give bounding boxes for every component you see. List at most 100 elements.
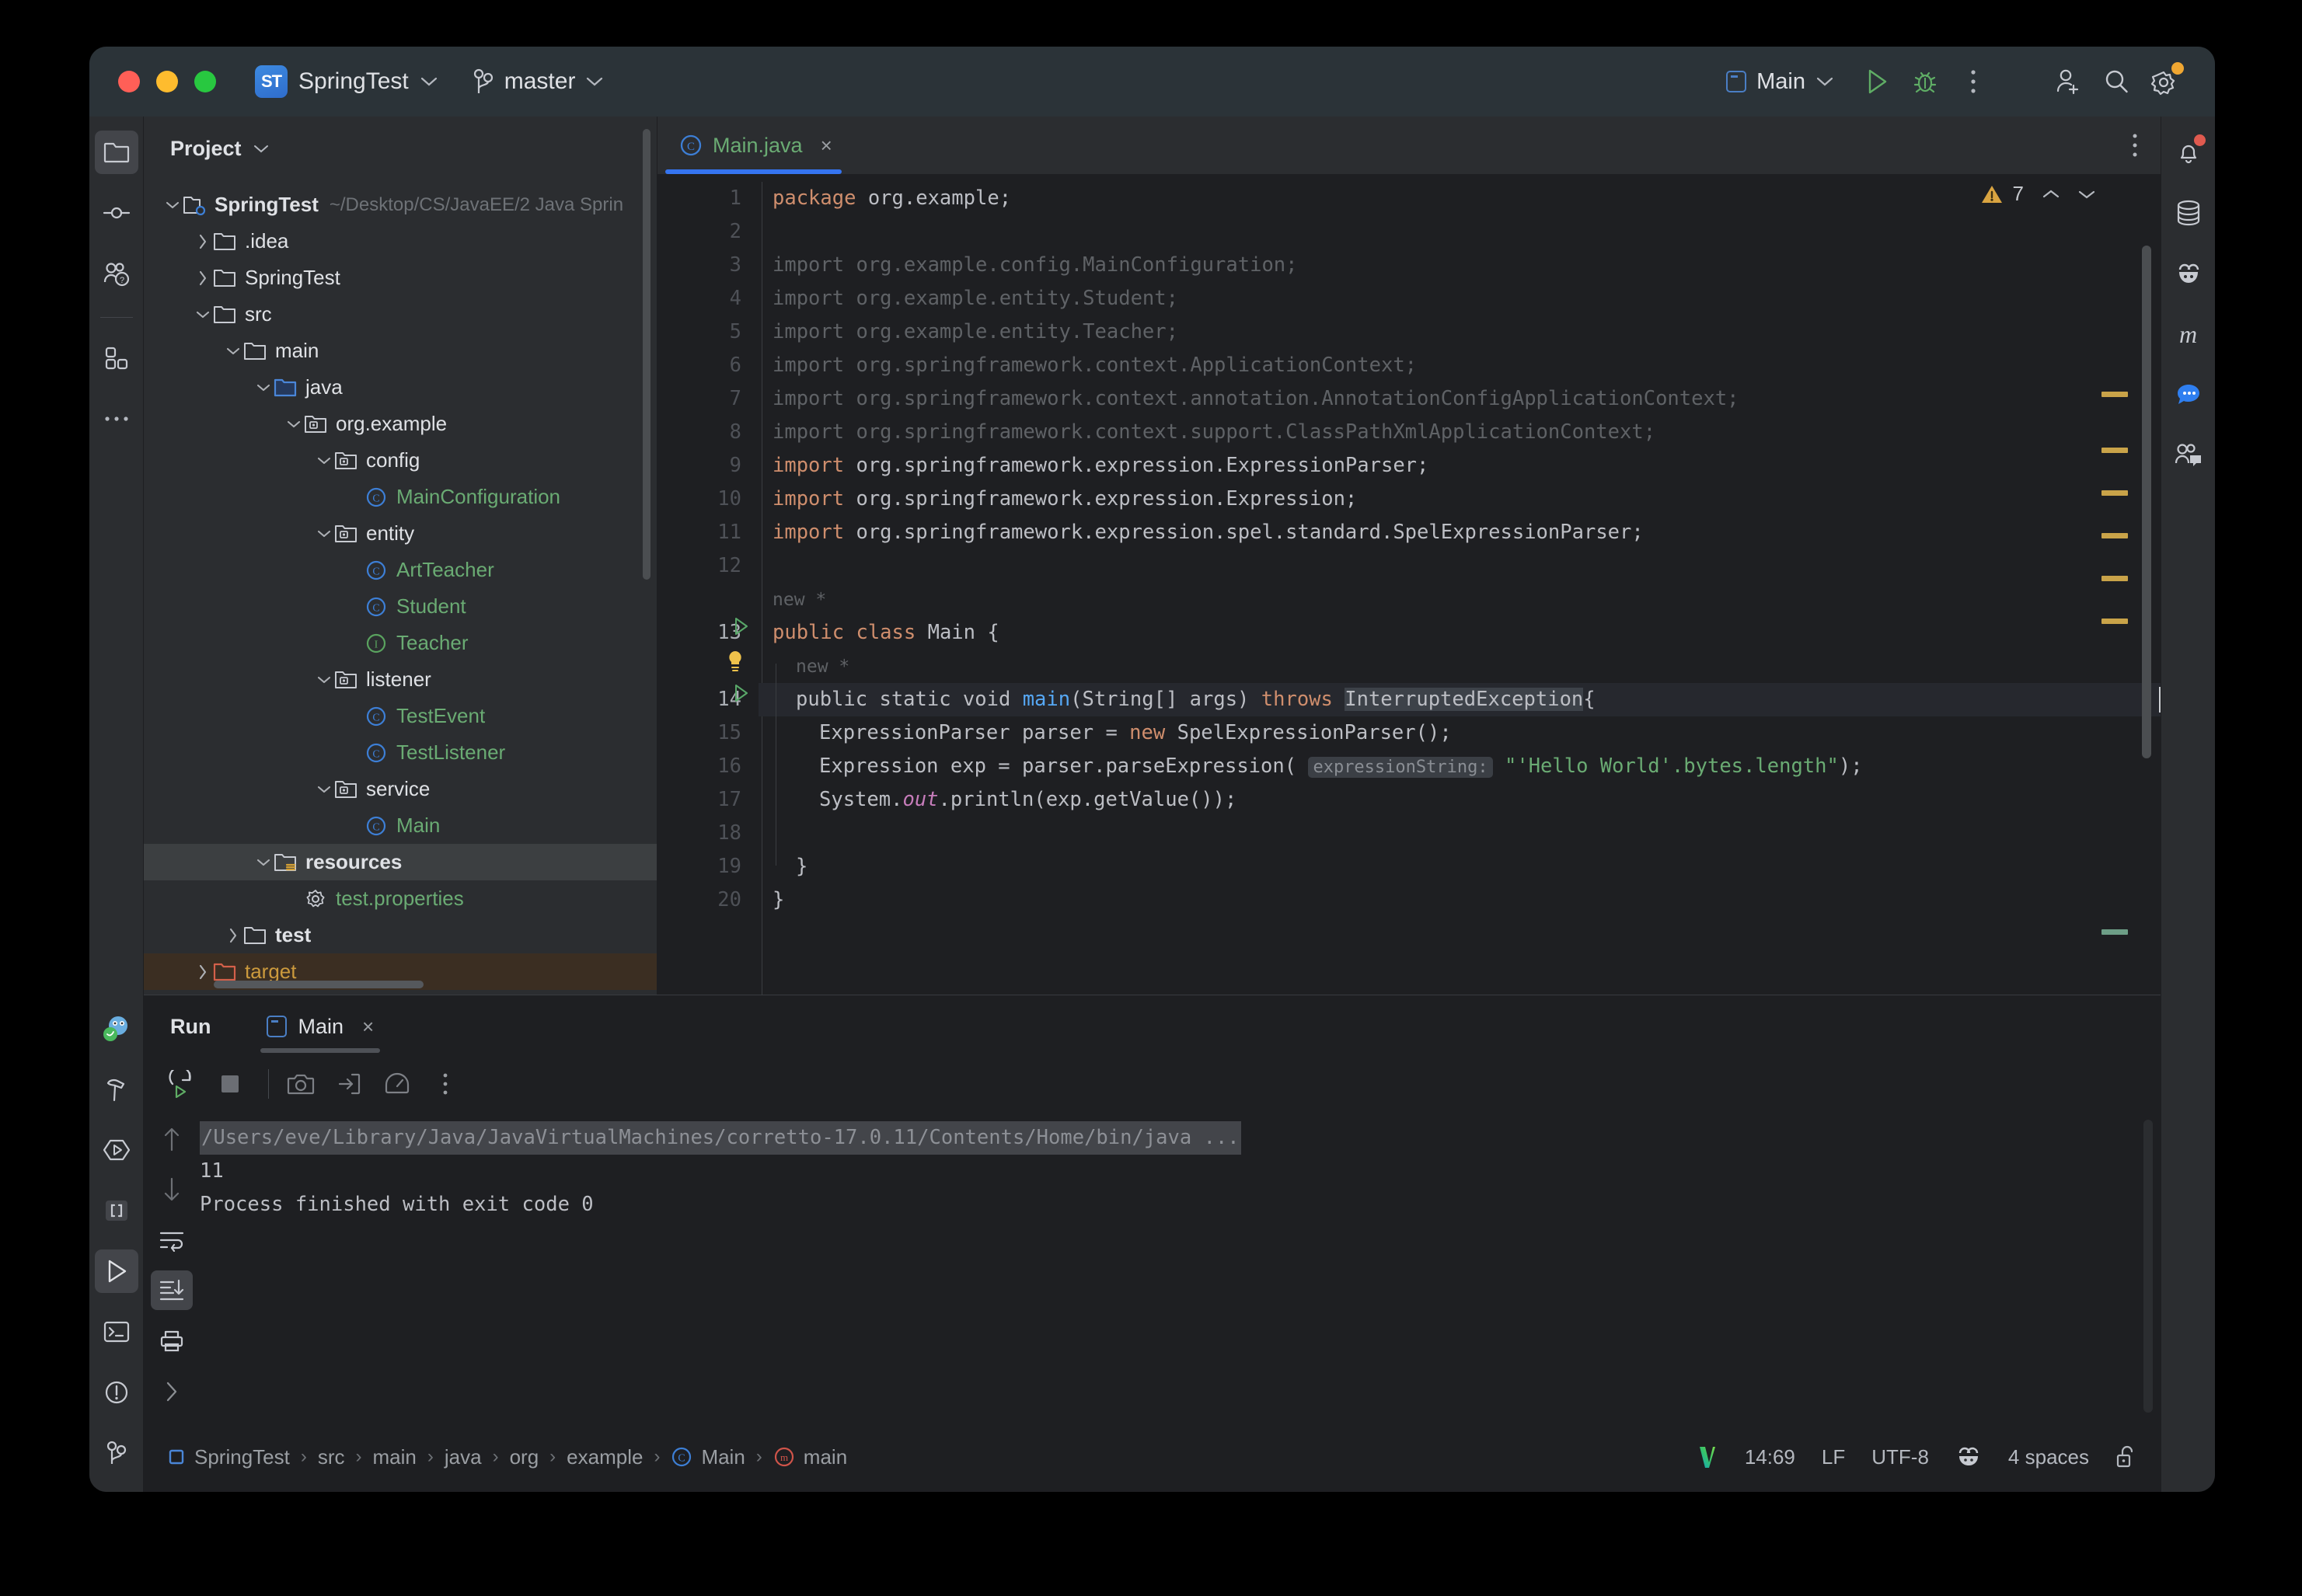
console-vscrollbar[interactable] [2143, 1120, 2153, 1413]
chevron-right-icon[interactable] [193, 962, 213, 982]
chevron-right-icon[interactable] [223, 925, 243, 946]
run-tab-main[interactable]: Main × [256, 995, 385, 1058]
tree-node-entity[interactable]: entity [144, 515, 657, 552]
run-configuration-selector[interactable]: Main [1726, 69, 1834, 95]
line-number[interactable]: 3 [657, 249, 759, 282]
inspection-widget[interactable]: 7 [1980, 182, 2097, 206]
tree-node-test[interactable]: test [144, 917, 657, 953]
sidebar-item-more[interactable] [95, 397, 138, 441]
editor-more-actions[interactable] [2131, 132, 2139, 159]
sidebar-item-chat[interactable] [2167, 373, 2210, 416]
tree-node-student[interactable]: C Student [144, 588, 657, 625]
sidebar-item-git[interactable] [95, 1431, 138, 1475]
debug-button[interactable] [1901, 57, 1949, 106]
chevron-down-icon[interactable] [314, 524, 334, 544]
code-editor[interactable]: 1 2 3 4 5 6 7 8 9 10 11 12 13 14 15 16 17 18 19 20 package … [657, 174, 2161, 995]
breadcrumb-item-springtest[interactable]: SpringTest [167, 1445, 290, 1469]
more-actions-button[interactable] [1949, 57, 1997, 106]
breadcrumb-item-org[interactable]: org [510, 1445, 539, 1469]
line-number[interactable]: 10 [657, 483, 759, 516]
tree-node-main[interactable]: main [144, 333, 657, 369]
chevron-down-icon[interactable] [314, 779, 334, 800]
maximize-window-button[interactable] [194, 71, 216, 92]
line-number[interactable]: 17 [657, 783, 759, 817]
breadcrumb-item-main[interactable]: m main [773, 1445, 847, 1469]
chevron-down-icon[interactable] [193, 305, 213, 325]
run-gutter-icon[interactable] [732, 683, 751, 703]
sidebar-item-commit[interactable] [95, 191, 138, 235]
sidebar-item-build[interactable] [95, 1068, 138, 1111]
sidebar-item-ai-assistant[interactable] [2167, 252, 2210, 295]
tree-node-resources[interactable]: resources [144, 844, 657, 880]
sidebar-item-run[interactable] [94, 1249, 138, 1293]
caret-position[interactable]: 14:69 [1745, 1445, 1795, 1469]
tree-node-main[interactable]: C Main [144, 807, 657, 844]
error-stripe-markers[interactable] [2101, 222, 2134, 995]
code-line[interactable]: import org.springframework.context.Appli… [759, 349, 2161, 382]
more-options-button[interactable] [424, 1063, 466, 1105]
tree-node-artteacher[interactable]: C ArtTeacher [144, 552, 657, 588]
tree-node-java[interactable]: java [144, 369, 657, 406]
line-number[interactable]: 11 [657, 516, 759, 549]
sidebar-item-problems[interactable] [95, 1371, 138, 1414]
tree-node--gitignore[interactable]: .gitignore [144, 990, 657, 995]
tree-node-teacher[interactable]: I Teacher [144, 625, 657, 661]
editor-gutter[interactable]: 1 2 3 4 5 6 7 8 9 10 11 12 13 14 15 16 17 18 19 20 [657, 174, 759, 995]
unlocked-icon[interactable] [2115, 1444, 2137, 1469]
editor-vscrollbar[interactable] [2142, 246, 2151, 758]
project-tree-vscrollbar[interactable] [643, 129, 650, 580]
code-line[interactable]: package org.example; [759, 182, 2161, 215]
expand-button[interactable] [151, 1371, 193, 1411]
tree-node-springtest[interactable]: SpringTest [144, 260, 657, 296]
tree-node-testlistener[interactable]: C TestListener [144, 734, 657, 771]
breadcrumb[interactable]: SpringTest › src › main › java › org › example › C Ma… [167, 1445, 847, 1469]
chevron-down-icon[interactable] [162, 195, 183, 215]
sidebar-item-maven[interactable]: m [2167, 312, 2210, 356]
sidebar-item-terminal[interactable] [95, 1310, 138, 1354]
line-number[interactable]: 16 [657, 750, 759, 783]
sidebar-item-structure[interactable] [95, 336, 138, 380]
intellij-v-icon[interactable] [1697, 1444, 1718, 1469]
code-line[interactable]: Expression exp = parser.parseExpression(… [759, 750, 2161, 783]
line-separator[interactable]: LF [1822, 1445, 1845, 1469]
sidebar-item-code-with-me[interactable] [2167, 434, 2210, 477]
profiler-button[interactable] [376, 1063, 418, 1105]
editor-code[interactable]: package org.example; import org.example.… [759, 174, 2161, 995]
tree-node-test-properties[interactable]: test.properties [144, 880, 657, 917]
project-panel-header[interactable]: Project [144, 117, 657, 180]
minimize-window-button[interactable] [156, 71, 178, 92]
add-user-button[interactable] [2044, 57, 2092, 106]
run-button[interactable] [1853, 57, 1901, 106]
line-number[interactable]: 7 [657, 382, 759, 416]
intention-bulb-icon[interactable] [724, 650, 746, 671]
close-window-button[interactable] [118, 71, 140, 92]
breadcrumb-item-example[interactable]: example [567, 1445, 643, 1469]
run-gutter-icon[interactable] [732, 616, 751, 636]
code-line[interactable]: } [759, 850, 2161, 883]
chevron-up-icon[interactable] [2041, 188, 2061, 200]
line-number[interactable]: 18 [657, 817, 759, 850]
code-line[interactable]: import org.example.entity.Student; [759, 282, 2161, 315]
code-line[interactable]: import org.example.config.MainConfigurat… [759, 249, 2161, 282]
line-number[interactable]: 13 [657, 616, 759, 650]
sidebar-item-database[interactable] [2167, 191, 2210, 235]
rerun-button[interactable] [161, 1063, 203, 1105]
screenshot-button[interactable] [280, 1063, 322, 1105]
code-line[interactable]: new * [759, 650, 2161, 683]
tree-node-testevent[interactable]: C TestEvent [144, 698, 657, 734]
line-number[interactable]: 9 [657, 449, 759, 483]
code-line[interactable]: public static void main(String[] args) t… [759, 683, 2161, 716]
tree-node--idea[interactable]: .idea [144, 223, 657, 260]
ai-face-icon[interactable] [1955, 1446, 1982, 1468]
chevron-down-icon[interactable] [223, 341, 243, 361]
sidebar-item-spring[interactable] [95, 1007, 138, 1051]
code-line[interactable] [759, 817, 2161, 850]
git-branch-selector[interactable]: master [473, 68, 605, 95]
line-number[interactable]: 14 [657, 683, 759, 716]
code-line[interactable]: import org.springframework.expression.sp… [759, 516, 2161, 549]
code-line[interactable]: public class Main { [759, 616, 2161, 650]
line-number[interactable]: 4 [657, 282, 759, 315]
breadcrumb-item-java[interactable]: java [445, 1445, 482, 1469]
line-number[interactable]: 20 [657, 883, 759, 917]
chevron-down-icon[interactable] [284, 414, 304, 434]
